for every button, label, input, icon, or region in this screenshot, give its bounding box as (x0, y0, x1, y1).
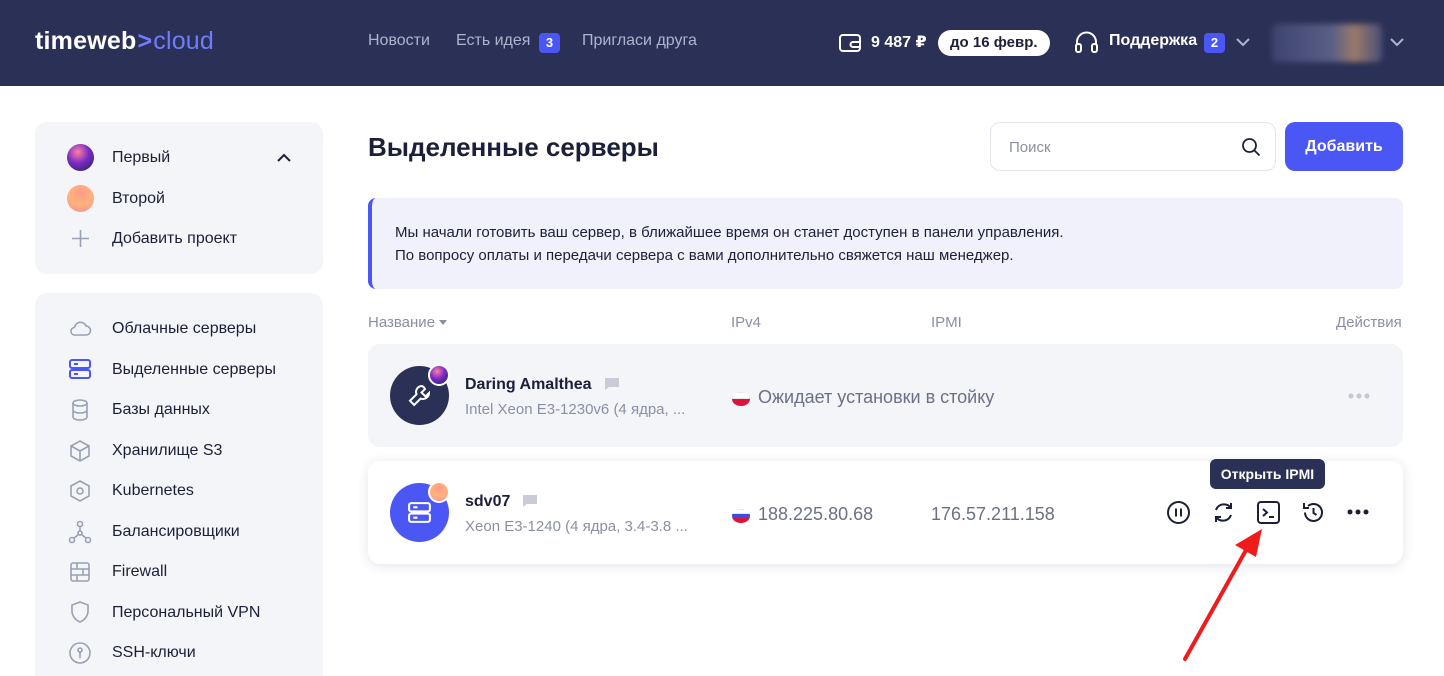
server-icon (69, 359, 91, 379)
column-actions-header: Действия (1336, 314, 1402, 331)
sidebar-item-firewall[interactable]: Firewall (112, 563, 167, 581)
plus-icon[interactable] (71, 229, 90, 248)
project-badge (428, 364, 450, 386)
project-badge (428, 481, 450, 503)
support-link[interactable]: Поддержка (1109, 32, 1197, 50)
server-spec: Intel Xeon E3-1230v6 (4 ядра, ... (465, 401, 686, 418)
search-placeholder: Поиск (1009, 139, 1051, 156)
server-ipmi[interactable]: 176.57.211.158 (931, 504, 1055, 525)
server-name[interactable]: Daring Amalthea (465, 376, 592, 394)
column-ipv4-header: IPv4 (731, 314, 762, 331)
search-icon[interactable] (1241, 137, 1261, 157)
ipmi-tooltip: Открыть IPMI (1210, 459, 1325, 489)
notice-line-2: По вопросу оплаты и передачи сервера с в… (395, 247, 1014, 264)
projects-card: Первый Второй Добавить проект (35, 122, 323, 274)
russia-flag-icon (732, 509, 750, 523)
server-spec: Xeon E3-1240 (4 ядра, 3.4-3.8 ... (465, 518, 688, 535)
kubernetes-icon (70, 480, 90, 502)
sidebar-item-s3[interactable]: Хранилище S3 (112, 442, 222, 460)
server-name[interactable]: sdv07 (465, 493, 510, 511)
chevron-down-icon[interactable] (1390, 38, 1404, 47)
project-avatar (67, 185, 94, 212)
headset-icon (1075, 31, 1098, 53)
sidebar-item-ssh-keys[interactable]: SSH-ключи (112, 644, 196, 662)
add-button[interactable]: Добавить (1285, 122, 1403, 171)
logo-text: timeweb (35, 27, 137, 55)
balance-until-pill[interactable]: до 16 февр. (938, 30, 1050, 56)
nav-idea-link[interactable]: Есть идея (456, 32, 530, 50)
nav-invite-link[interactable]: Пригласи друга (582, 32, 697, 50)
column-ipmi-header: IPMI (931, 314, 962, 331)
terminal-icon[interactable] (1256, 500, 1281, 525)
search-input[interactable]: Поиск (990, 122, 1276, 171)
cloud-icon (70, 321, 92, 336)
more-dots-icon[interactable] (1348, 393, 1370, 399)
chevron-down-icon[interactable] (1236, 38, 1250, 47)
idea-count-badge: 3 (539, 33, 560, 53)
restart-icon[interactable] (1211, 500, 1236, 525)
firewall-icon (70, 562, 90, 582)
balancer-icon (68, 520, 92, 544)
comment-icon[interactable] (522, 494, 538, 508)
project-avatar (67, 144, 94, 171)
server-status: Ожидает установки в стойку (758, 387, 995, 407)
comment-icon[interactable] (604, 377, 620, 391)
sidebar-item-kubernetes[interactable]: Kubernetes (112, 482, 194, 500)
project-item-second[interactable]: Второй (112, 190, 165, 208)
key-icon (69, 642, 91, 664)
shield-icon (71, 601, 89, 623)
sidebar-item-dedicated-servers[interactable]: Выделенные серверы (112, 361, 276, 379)
column-name-label: Название (368, 314, 436, 331)
pause-icon[interactable] (1166, 500, 1191, 525)
server-icon (408, 502, 431, 523)
logo[interactable]: timeweb>cloud (35, 27, 214, 56)
sidebar-item-balancers[interactable]: Балансировщики (112, 523, 240, 541)
page-title: Выделенные серверы (368, 132, 659, 162)
chevron-up-icon[interactable] (277, 153, 291, 162)
sidebar-item-databases[interactable]: Базы данных (112, 401, 210, 419)
support-count-badge: 2 (1204, 33, 1225, 53)
top-header: timeweb>cloud Новости Есть идея 3 Пригла… (0, 0, 1444, 86)
sidebar-item-vpn[interactable]: Персональный VPN (112, 604, 260, 622)
table-row[interactable]: Daring Amalthea Intel Xeon E3-1230v6 (4 … (368, 344, 1403, 447)
balance-amount[interactable]: 9 487 ₽ (871, 32, 927, 52)
database-icon (72, 399, 88, 421)
column-name-header[interactable]: Название (368, 314, 448, 331)
wallet-icon (839, 34, 861, 52)
cube-icon (70, 440, 90, 462)
logo-sub: cloud (153, 27, 215, 55)
sidebar-menu: Облачные серверы Выделенные серверы Базы… (35, 293, 323, 676)
sidebar-item-cloud-servers[interactable]: Облачные серверы (112, 320, 256, 338)
poland-flag-icon (732, 392, 750, 406)
more-dots-icon[interactable] (1347, 509, 1369, 515)
wrench-icon (408, 384, 431, 407)
server-ipv4[interactable]: 188.225.80.68 (758, 504, 873, 525)
notice-line-1: Мы начали готовить ваш сервер, в ближайш… (395, 224, 1064, 241)
user-avatar[interactable] (1272, 24, 1382, 62)
reinstall-icon[interactable] (1301, 500, 1326, 525)
sort-down-icon (439, 320, 448, 326)
nav-news-link[interactable]: Новости (368, 32, 430, 50)
info-notice: Мы начали готовить ваш сервер, в ближайш… (368, 198, 1403, 289)
add-project-link[interactable]: Добавить проект (112, 230, 237, 248)
annotation-arrow-icon (1183, 529, 1262, 661)
project-item-first[interactable]: Первый (112, 149, 170, 167)
logo-arrow: > (137, 27, 153, 55)
